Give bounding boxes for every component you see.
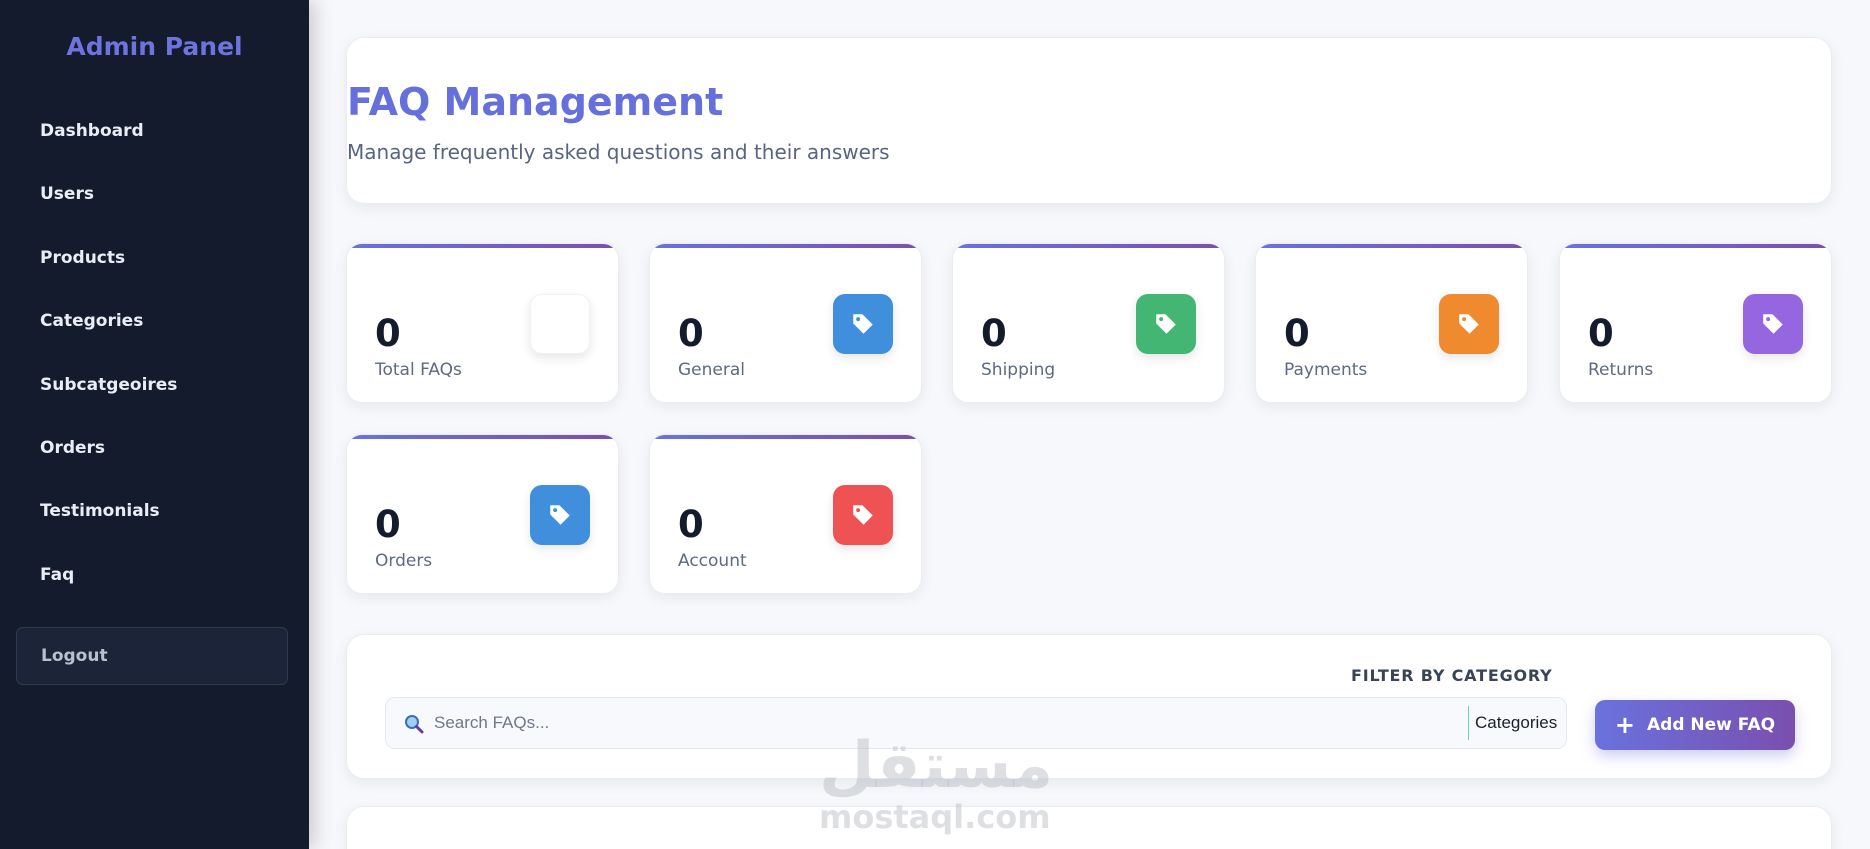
stat-value: 0: [375, 503, 401, 546]
stat-label: Account: [678, 551, 747, 571]
filter-label: FILTER BY CATEGORY: [1351, 666, 1553, 685]
stat-accent-bar: [650, 435, 921, 439]
tag-icon: [833, 294, 893, 354]
tag-icon: [1439, 294, 1499, 354]
search-icon: [404, 714, 424, 738]
stat-value: 0: [981, 312, 1007, 355]
tag-icon: [530, 485, 590, 545]
sidebar-nav: Dashboard Users Products Categories Subc…: [0, 112, 309, 619]
category-select-value: Categories: [1475, 713, 1558, 732]
stat-accent-bar: [1256, 244, 1527, 248]
add-faq-button[interactable]: + Add New FAQ: [1595, 700, 1795, 750]
stat-card-orders: 0 Orders: [346, 434, 619, 594]
stat-accent-bar: [1560, 244, 1831, 248]
plus-icon: +: [1614, 711, 1636, 739]
stat-card-shipping: 0 Shipping: [952, 243, 1225, 403]
tag-icon: [1743, 294, 1803, 354]
stat-label: Payments: [1284, 360, 1368, 380]
stat-label: Returns: [1588, 360, 1654, 380]
tag-icon: [1136, 294, 1196, 354]
sidebar: Admin Panel Dashboard Users Products Cat…: [0, 0, 309, 849]
stat-value: 0: [1588, 312, 1614, 355]
add-faq-label: Add New FAQ: [1647, 715, 1776, 735]
stat-label: Total FAQs: [375, 360, 462, 380]
stat-accent-bar: [347, 244, 618, 248]
stat-accent-bar: [953, 244, 1224, 248]
tag-icon: [833, 485, 893, 545]
stat-value: 0: [1284, 312, 1310, 355]
stat-accent-bar: [650, 244, 921, 248]
sidebar-item-users[interactable]: Users: [0, 175, 309, 238]
logout-button[interactable]: Logout: [16, 627, 288, 685]
stat-value: 0: [678, 503, 704, 546]
watermark-latin: mostaql.com: [819, 798, 1051, 836]
stat-value: 0: [375, 312, 401, 355]
sidebar-item-categories[interactable]: Categories: [0, 302, 309, 365]
main-content: FAQ Management Manage frequently asked q…: [309, 0, 1870, 849]
watermark-arabic: مستقل: [819, 729, 1054, 803]
sidebar-item-subcategories[interactable]: Subcatgeoires: [0, 366, 309, 429]
sidebar-item-orders[interactable]: Orders: [0, 429, 309, 492]
sidebar-item-dashboard[interactable]: Dashboard: [0, 112, 309, 175]
watermark-logo: مستقل mostaql.com: [819, 729, 1054, 836]
blank-icon: [530, 294, 590, 354]
stat-accent-bar: [347, 435, 618, 439]
page-title: FAQ Management: [347, 80, 724, 124]
stat-label: Orders: [375, 551, 433, 571]
stat-card-account: 0 Account: [649, 434, 922, 594]
stat-card-general: 0 General: [649, 243, 922, 403]
stat-value: 0: [678, 312, 704, 355]
stat-card-total: 0 Total FAQs: [346, 243, 619, 403]
sidebar-item-faq[interactable]: Faq: [0, 556, 309, 619]
stat-label: General: [678, 360, 745, 380]
stat-card-returns: 0 Returns: [1559, 243, 1832, 403]
stat-label: Shipping: [981, 360, 1056, 380]
page-subtitle: Manage frequently asked questions and th…: [347, 140, 890, 164]
sidebar-item-products[interactable]: Products: [0, 239, 309, 302]
faq-list-card: [346, 806, 1832, 849]
sidebar-item-testimonials[interactable]: Testimonials: [0, 492, 309, 555]
stat-card-payments: 0 Payments: [1255, 243, 1528, 403]
brand-title: Admin Panel: [66, 32, 243, 61]
